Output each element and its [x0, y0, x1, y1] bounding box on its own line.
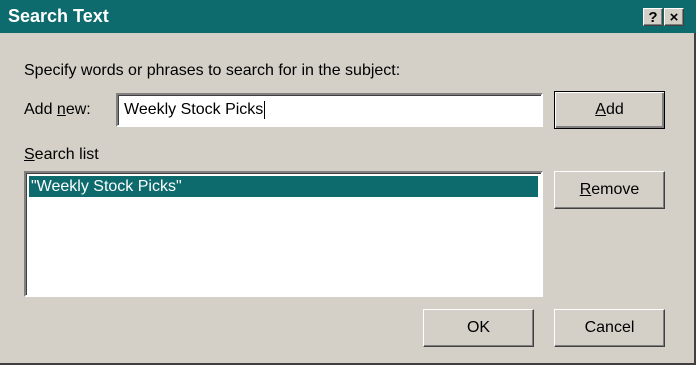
cancel-button[interactable]: Cancel: [554, 309, 665, 347]
ok-button[interactable]: OK: [423, 309, 534, 347]
remove-button-accel: R: [579, 181, 592, 198]
add-new-label-prefix: Add: [24, 101, 57, 118]
add-new-label-suffix: ew:: [65, 101, 91, 118]
add-new-input-value: Weekly Stock Picks: [124, 101, 264, 118]
help-button[interactable]: ?: [643, 8, 663, 26]
close-button[interactable]: ×: [664, 8, 684, 26]
add-button[interactable]: Add: [554, 91, 665, 129]
search-list-label: Search list: [24, 146, 99, 164]
search-list-label-accel: S: [24, 146, 35, 163]
add-new-input[interactable]: Weekly Stock Picks: [116, 93, 543, 127]
dialog-title: Search Text: [8, 6, 109, 26]
instruction-text: Specify words or phrases to search for i…: [24, 62, 401, 79]
remove-button[interactable]: Remove: [554, 171, 665, 209]
search-list-item[interactable]: "Weekly Stock Picks": [29, 176, 538, 197]
search-text-dialog: Search Text ? × Specify words or phrases…: [0, 0, 696, 365]
text-caret: [264, 101, 266, 119]
add-new-label-accel: n: [56, 101, 66, 118]
add-button-accel: A: [595, 101, 606, 118]
search-list-box[interactable]: "Weekly Stock Picks": [24, 171, 543, 297]
remove-button-rest: emove: [591, 181, 640, 198]
title-bar[interactable]: Search Text ? ×: [0, 0, 696, 33]
add-new-label: Add new:: [24, 101, 91, 119]
search-list-label-suffix: earch list: [34, 146, 99, 163]
add-button-rest: dd: [605, 101, 624, 118]
